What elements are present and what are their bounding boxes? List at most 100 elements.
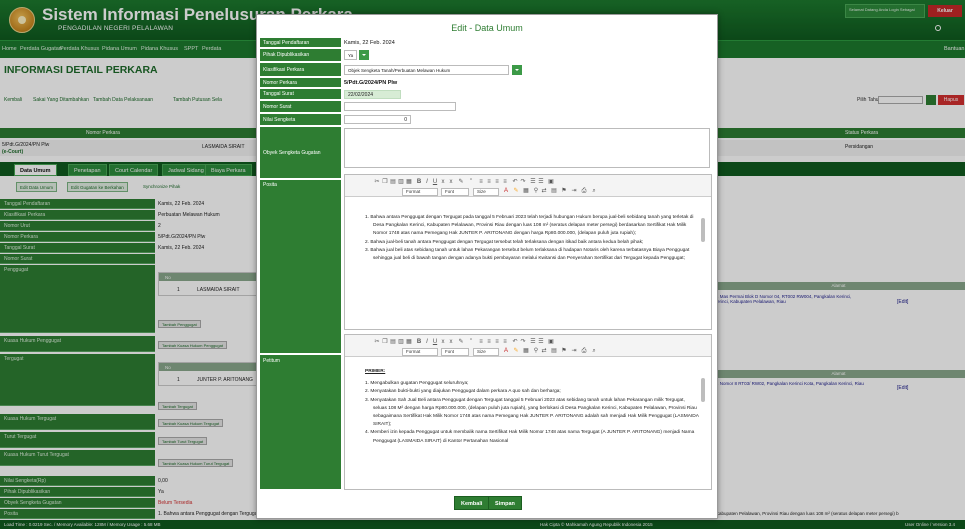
font-select[interactable]: Font	[441, 188, 469, 196]
petitum-scrollbar[interactable]	[701, 378, 705, 402]
numbered-list-icon[interactable]: ☰	[530, 179, 536, 186]
size-select[interactable]: Size	[473, 188, 499, 196]
petitum-editor[interactable]: ✂ ❐ ▤ ▥ ▦ B I U x x ✎ ” ≡ ≡ ≡ ≡ ↶ ↷ ☰ ☰	[344, 334, 712, 490]
italic-icon[interactable]: I	[424, 179, 430, 186]
align-right-icon[interactable]: ≡	[494, 339, 500, 346]
bold-icon[interactable]: B	[416, 179, 422, 186]
indent-icon[interactable]: ⇥	[571, 348, 577, 355]
subscript-icon[interactable]: x	[440, 179, 446, 186]
cut-icon[interactable]: ✂	[374, 339, 380, 346]
editor-toolbar-row-2: Format Font Size A ✎ ▦ ⚲ ⇄ ▤ ⚑ ⇥ ⎙ ⌕	[402, 188, 642, 197]
undo-icon[interactable]: ↶	[512, 339, 518, 346]
chevron-down-icon[interactable]	[512, 65, 522, 75]
paste-text-icon[interactable]: ▥	[398, 179, 404, 186]
paste-text-icon[interactable]: ▥	[398, 339, 404, 346]
underline-icon[interactable]: U	[432, 339, 438, 346]
table-icon[interactable]: ▦	[523, 348, 529, 355]
size-select[interactable]: Size	[473, 348, 499, 356]
subscript-icon[interactable]: x	[440, 339, 446, 346]
font-select[interactable]: Font	[441, 348, 469, 356]
kembali-button[interactable]: Kembali	[454, 496, 490, 510]
image-icon[interactable]: ▣	[548, 179, 554, 186]
print-icon[interactable]: ⎙	[581, 188, 587, 195]
field-label: Klasifikasi Perkara	[260, 63, 341, 77]
format-select[interactable]: Format	[402, 188, 438, 196]
undo-icon[interactable]: ↶	[512, 179, 518, 186]
copy-icon[interactable]: ❐	[382, 339, 388, 346]
field-label: Tanggal Surat	[260, 89, 341, 100]
bg-color-icon[interactable]: ✎	[513, 188, 519, 195]
anchor-icon[interactable]: ⚑	[561, 348, 567, 355]
bullet-list-icon[interactable]: ☰	[538, 339, 544, 346]
field-label: Nomor Surat	[260, 101, 341, 113]
nomor-perkara-value: 5/Pdt.G/2024/PN Plw	[344, 80, 398, 86]
align-right-icon[interactable]: ≡	[494, 179, 500, 186]
redo-icon[interactable]: ↷	[520, 179, 526, 186]
paste-icon[interactable]: ▤	[390, 179, 396, 186]
copy-icon[interactable]: ❐	[382, 179, 388, 186]
petitum-heading: PRIMER:	[365, 369, 386, 374]
find-icon[interactable]: ⚲	[533, 348, 539, 355]
text-color-icon[interactable]: A	[503, 188, 509, 195]
source-icon[interactable]: ▤	[551, 188, 557, 195]
print-icon[interactable]: ⎙	[581, 348, 587, 355]
paste-icon[interactable]: ▤	[390, 339, 396, 346]
numbered-list-icon[interactable]: ☰	[530, 339, 536, 346]
anchor-icon[interactable]: ⚑	[561, 188, 567, 195]
tanggal-surat-input[interactable]: 22/02/2024	[344, 90, 401, 99]
posita-scrollbar[interactable]	[701, 218, 705, 242]
text-color-icon[interactable]: A	[503, 348, 509, 355]
petitum-paragraph: 2. Menyatakan bukti-bukti yang diajukan …	[365, 389, 561, 395]
redo-icon[interactable]: ↷	[520, 339, 526, 346]
replace-icon[interactable]: ⇄	[541, 188, 547, 195]
bold-icon[interactable]: B	[416, 339, 422, 346]
align-center-icon[interactable]: ≡	[486, 339, 492, 346]
bg-color-icon[interactable]: ✎	[513, 348, 519, 355]
petitum-content[interactable]: PRIMER: 1. Mengabulkan gugatan Penggugat…	[345, 358, 711, 488]
superscript-icon[interactable]: x	[448, 179, 454, 186]
image-icon[interactable]: ▣	[548, 339, 554, 346]
cut-icon[interactable]: ✂	[374, 179, 380, 186]
nilai-sengketa-input[interactable]: 0	[344, 115, 411, 124]
underline-icon[interactable]: U	[432, 179, 438, 186]
field-label: Tanggal Pendaftaran	[260, 38, 341, 48]
petitum-paragraph: 4. Memberi izin kepada Penggugat untuk m…	[365, 430, 695, 444]
justify-icon[interactable]: ≡	[502, 179, 508, 186]
posita-content[interactable]: 1. Bahwa antara Penggugat dengan Terguga…	[345, 198, 711, 328]
format-icon[interactable]: ✎	[458, 179, 464, 186]
blockquote-icon[interactable]: ”	[468, 339, 474, 346]
find-icon[interactable]: ⚲	[533, 188, 539, 195]
posita-editor[interactable]: ✂ ❐ ▤ ▥ ▦ B I U x x ✎ ” ≡ ≡ ≡ ≡ ↶ ↷ ☰ ☰	[344, 174, 712, 330]
format-icon[interactable]: ✎	[458, 339, 464, 346]
align-left-icon[interactable]: ≡	[478, 339, 484, 346]
posita-editor-toolbar: ✂ ❐ ▤ ▥ ▦ B I U x x ✎ ” ≡ ≡ ≡ ≡ ↶ ↷ ☰ ☰	[345, 175, 711, 197]
justify-icon[interactable]: ≡	[502, 339, 508, 346]
align-center-icon[interactable]: ≡	[486, 179, 492, 186]
nomor-surat-input[interactable]	[344, 102, 456, 111]
pihak-dipublikasikan-select[interactable]: Ya	[344, 50, 357, 60]
obyek-sengketa-textarea[interactable]	[344, 128, 710, 168]
bullet-list-icon[interactable]: ☰	[538, 179, 544, 186]
indent-icon[interactable]: ⇥	[571, 188, 577, 195]
table-icon[interactable]: ▦	[523, 188, 529, 195]
replace-icon[interactable]: ⇄	[541, 348, 547, 355]
petitum-paragraph: 1. Mengabulkan gugatan Penggugat seluruh…	[365, 381, 469, 387]
posita-paragraph: 3. Bahwa jual beli atas sebidang tanah u…	[365, 247, 690, 262]
petitum-editor-toolbar: ✂ ❐ ▤ ▥ ▦ B I U x x ✎ ” ≡ ≡ ≡ ≡ ↶ ↷ ☰ ☰	[345, 335, 711, 357]
blockquote-icon[interactable]: ”	[468, 179, 474, 186]
preview-icon[interactable]: ⌕	[591, 188, 597, 195]
italic-icon[interactable]: I	[424, 339, 430, 346]
source-icon[interactable]: ▤	[551, 348, 557, 355]
simpan-button[interactable]: Simpan	[488, 496, 522, 510]
paste-word-icon[interactable]: ▦	[406, 339, 412, 346]
klasifikasi-perkara-select[interactable]: Objek Sengketa Tanah/Perbuatan Melawan H…	[344, 65, 509, 75]
petitum-paragraph: 3. Menyatakan Sah Jual Beli antara Pengg…	[365, 397, 699, 428]
editor-toolbar-row-1: ✂ ❐ ▤ ▥ ▦ B I U x x ✎ ” ≡ ≡ ≡ ≡ ↶ ↷ ☰ ☰	[374, 339, 614, 348]
chevron-down-icon[interactable]	[359, 50, 369, 60]
format-select[interactable]: Format	[402, 348, 438, 356]
align-left-icon[interactable]: ≡	[478, 179, 484, 186]
superscript-icon[interactable]: x	[448, 339, 454, 346]
preview-icon[interactable]: ⌕	[591, 348, 597, 355]
paste-word-icon[interactable]: ▦	[406, 179, 412, 186]
posita-paragraph: 1. Bahwa antara Penggugat dengan Terguga…	[365, 215, 694, 237]
